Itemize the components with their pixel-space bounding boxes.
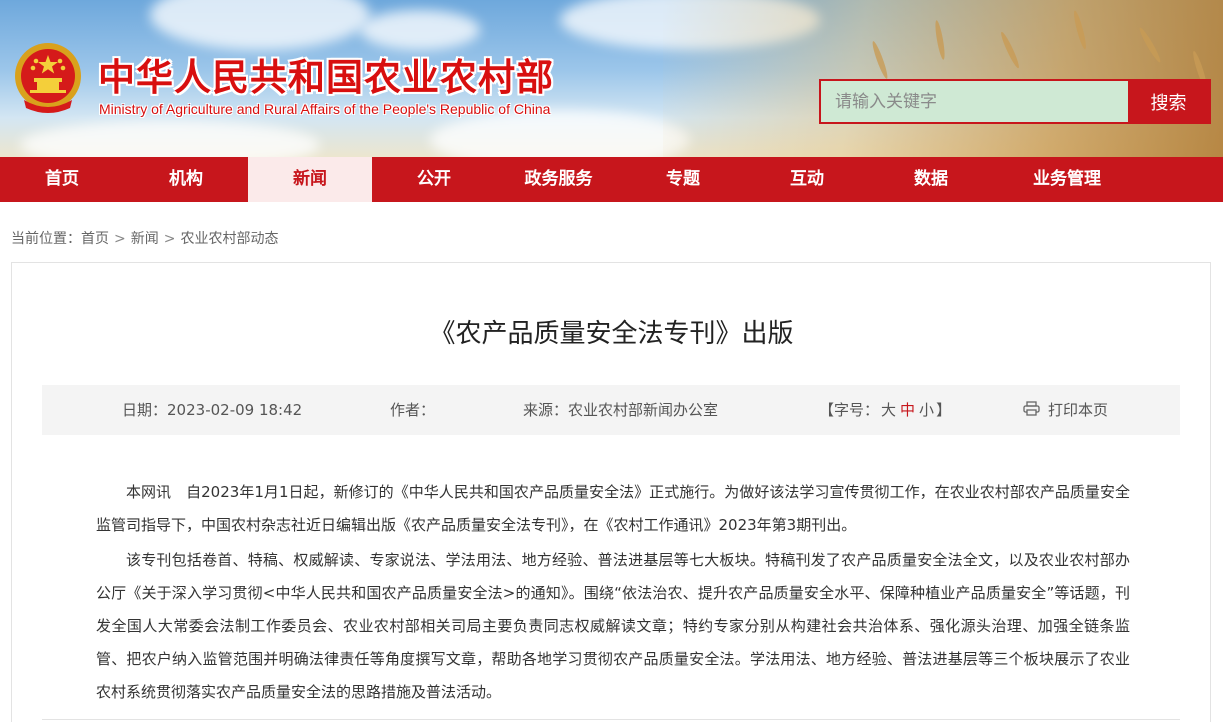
- font-size-small-button[interactable]: 小: [919, 401, 934, 419]
- breadcrumb-news[interactable]: 新闻: [131, 231, 159, 247]
- nav-item-topics[interactable]: 专题: [621, 157, 745, 202]
- banner-cloud: [20, 120, 320, 157]
- nav-item-services[interactable]: 政务服务: [496, 157, 621, 202]
- article-body: 本网讯 自2023年1月1日起，新修订的《中华人民共和国农产品质量安全法》正式施…: [96, 476, 1130, 709]
- breadcrumb: 当前位置：首页 > 新闻 > 农业农村部动态: [11, 228, 278, 248]
- print-label: 打印本页: [1048, 401, 1109, 419]
- article-meta-bar: 日期：2023-02-09 18:42 作者： 来源：农业农村部新闻办公室 【字…: [42, 385, 1180, 435]
- search-input[interactable]: [821, 81, 1128, 122]
- printer-icon: [1023, 386, 1040, 436]
- nav-item-organization[interactable]: 机构: [124, 157, 248, 202]
- font-size-control: 【字号：大中小】: [819, 385, 951, 435]
- article-paragraph: 本网讯 自2023年1月1日起，新修订的《中华人民共和国农产品质量安全法》正式施…: [96, 483, 1130, 534]
- national-emblem-icon[interactable]: [12, 42, 84, 116]
- meta-source: 来源：农业农村部新闻办公室: [523, 385, 718, 435]
- meta-source-value: 农业农村部新闻办公室: [568, 401, 719, 419]
- breadcrumb-prefix: 当前位置：: [11, 231, 81, 247]
- site-subtitle-en[interactable]: Ministry of Agriculture and Rural Affair…: [99, 101, 550, 117]
- meta-author-label: 作者：: [390, 401, 436, 419]
- divider: [42, 719, 1180, 720]
- meta-date-label: 日期：: [122, 401, 168, 419]
- nav-item-interaction[interactable]: 互动: [745, 157, 869, 202]
- nav-item-data[interactable]: 数据: [869, 157, 993, 202]
- site-title[interactable]: 中华人民共和国农业农村部: [98, 47, 554, 101]
- breadcrumb-home[interactable]: 首页: [81, 231, 109, 247]
- search-button[interactable]: 搜索: [1128, 81, 1209, 122]
- article-paragraph: 该专刊包括卷首、特稿、权威解读、专家说法、学法用法、地方经验、普法进基层等七大板…: [96, 551, 1130, 701]
- font-size-medium-button[interactable]: 中: [900, 401, 915, 419]
- nav-item-business[interactable]: 业务管理: [993, 157, 1141, 202]
- article-title: 《农产品质量安全法专刊》出版: [429, 319, 794, 349]
- font-size-suffix: 】: [936, 401, 952, 419]
- breadcrumb-separator: >: [163, 231, 176, 247]
- meta-source-label: 来源：: [523, 401, 569, 419]
- nav-item-news[interactable]: 新闻: [248, 157, 372, 202]
- nav-item-public[interactable]: 公开: [372, 157, 496, 202]
- nav-item-home[interactable]: 首页: [0, 157, 124, 202]
- meta-date: 日期：2023-02-09 18:42: [122, 385, 302, 435]
- search-bar: 搜索: [819, 79, 1211, 124]
- main-nav: 首页 机构 新闻 公开 政务服务 专题 互动 数据 业务管理: [0, 157, 1223, 202]
- banner-cloud: [430, 110, 690, 157]
- header-banner: 中华人民共和国农业农村部 Ministry of Agriculture and…: [0, 0, 1223, 157]
- meta-author: 作者：: [390, 385, 435, 435]
- breadcrumb-current[interactable]: 农业农村部动态: [180, 231, 278, 247]
- meta-date-value: 2023-02-09 18:42: [167, 401, 303, 419]
- font-size-large-button[interactable]: 大: [881, 401, 896, 419]
- font-size-prefix: 【字号：: [819, 401, 880, 419]
- breadcrumb-separator: >: [114, 231, 126, 247]
- banner-cloud: [150, 0, 370, 50]
- banner-cloud: [360, 10, 480, 50]
- print-page-button[interactable]: 打印本页: [1023, 385, 1108, 436]
